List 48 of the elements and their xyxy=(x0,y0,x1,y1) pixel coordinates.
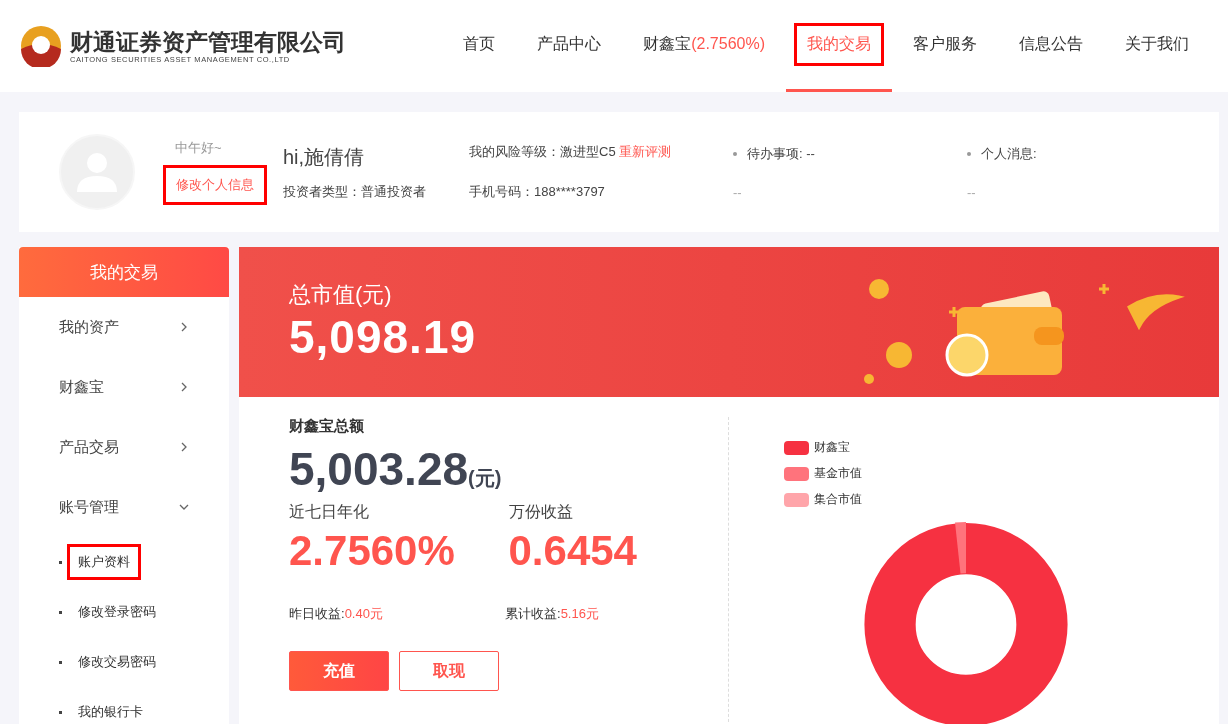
logo-icon xyxy=(18,25,64,67)
cumulative-earnings: 累计收益:5.16元 xyxy=(505,605,600,623)
yield-value: 2.7560% xyxy=(289,527,456,575)
sidebar-title: 我的交易 xyxy=(19,247,229,297)
company-name: 财通证券资产管理有限公司 xyxy=(70,28,346,55)
subitem-label: 修改登录密码 xyxy=(77,603,157,621)
sidebar-item[interactable]: 产品交易 xyxy=(19,417,229,477)
messages-value: -- xyxy=(967,184,977,200)
legend-label: 财鑫宝 xyxy=(814,439,850,456)
sidebar-label: 账号管理 xyxy=(59,497,119,517)
sidebar-subitem[interactable]: 账户资料 xyxy=(19,537,229,587)
greeting: 中午好~ xyxy=(174,139,223,157)
legend-label: 基金市值 xyxy=(814,465,862,482)
sidebar-label: 产品交易 xyxy=(59,437,119,457)
nav-tab[interactable]: 首页 xyxy=(442,0,517,92)
nav-tab[interactable]: 信息公告 xyxy=(998,0,1104,92)
phone-number: 手机号码：188****3797 xyxy=(469,183,606,201)
fund-total: 5,003.28 xyxy=(289,442,469,496)
risk-level: 我的风险等级：激进型C5 重新评测 xyxy=(469,143,673,161)
banner-value: 5,098.19 xyxy=(289,310,477,364)
legend-label: 集合市值 xyxy=(814,491,862,508)
todo-label: 待办事项: -- xyxy=(733,144,967,163)
fund-unit: (元) xyxy=(468,466,502,491)
investor-type: 投资者类型：普通投资者 xyxy=(283,182,427,201)
sidebar-subitem[interactable]: 修改交易密码 xyxy=(19,637,229,687)
nav-tab[interactable]: 财鑫宝(2.7560%) xyxy=(622,0,786,92)
subitem-label: 修改交易密码 xyxy=(77,653,157,671)
banner-label: 总市值(元) xyxy=(289,281,393,309)
sidebar-item[interactable]: 账号管理 xyxy=(19,477,229,537)
todo-value: -- xyxy=(733,184,743,200)
fund-title: 财鑫宝总额 xyxy=(289,417,365,436)
sidebar-subitem[interactable]: 我的银行卡 xyxy=(19,687,229,724)
sidebar-subitem[interactable]: 修改登录密码 xyxy=(19,587,229,637)
user-name: hi,施倩倩 xyxy=(283,144,366,170)
yesterday-earnings: 昨日收益:0.40元 xyxy=(289,605,384,623)
sidebar-label: 我的资产 xyxy=(59,317,119,337)
per10k-value: 0.6454 xyxy=(508,527,638,575)
nav-tab[interactable]: 客户服务 xyxy=(892,0,998,92)
yield-label: 近七日年化 xyxy=(289,502,370,522)
sidebar-label: 财鑫宝 xyxy=(59,377,104,397)
subitem-label: 账户资料 xyxy=(67,544,141,580)
sidebar-item[interactable]: 我的资产 xyxy=(19,297,229,357)
subitem-label: 我的银行卡 xyxy=(77,703,144,721)
sidebar-item[interactable]: 财鑫宝 xyxy=(19,357,229,417)
nav-tab[interactable]: 产品中心 xyxy=(516,0,623,92)
messages-label: 个人消息: xyxy=(967,144,1167,163)
nav-tab[interactable]: 关于我们 xyxy=(1104,0,1210,92)
per10k-label: 万份收益 xyxy=(508,502,574,522)
